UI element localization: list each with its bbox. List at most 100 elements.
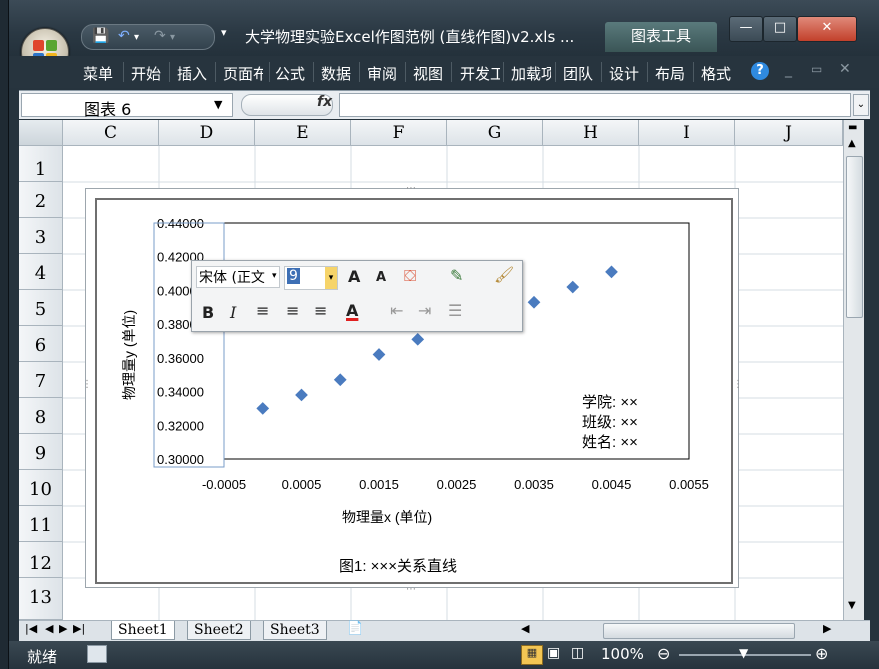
undo-dropdown-icon[interactable]: ▾ [134, 32, 139, 43]
y-axis-title[interactable]: 物理量y (单位) [121, 310, 137, 400]
tab-review[interactable]: 审阅 [367, 63, 397, 84]
column-header-e[interactable]: E [255, 120, 351, 146]
row-header-2[interactable]: 2 [19, 182, 63, 218]
font-color-button[interactable]: A [346, 301, 358, 320]
redo-dropdown-icon[interactable]: ▾ [170, 32, 175, 43]
vertical-scrollbar[interactable]: ▬ ▲ ▼ [843, 120, 864, 620]
column-header-c[interactable]: C [63, 120, 159, 146]
column-header-j[interactable]: J [735, 120, 843, 146]
zoom-out-icon[interactable]: ⊖ [657, 644, 670, 663]
annotation-class[interactable]: 班级: ×× [582, 414, 638, 431]
ribbon-minimize-icon[interactable]: _ [785, 62, 792, 78]
chart-resize-handle-left[interactable]: ⋮ [82, 379, 92, 390]
scroll-down-icon[interactable]: ▼ [848, 600, 856, 611]
row-header-7[interactable]: 7 [19, 362, 63, 398]
page-break-view-icon[interactable]: ◫ [571, 645, 584, 661]
row-header-3[interactable]: 3 [19, 218, 63, 254]
worksheet[interactable]: C D E F G H I J 1 2 3 4 5 6 7 8 9 10 11 … [19, 120, 843, 620]
first-sheet-icon[interactable]: |◀ [25, 622, 37, 635]
column-header-i[interactable]: I [639, 120, 735, 146]
ribbon-close-icon[interactable]: ✕ [839, 61, 851, 77]
row-header-11[interactable]: 11 [19, 506, 63, 542]
split-box-icon[interactable]: ▬ [848, 122, 857, 133]
fill-color-icon[interactable]: ⛋ [404, 266, 416, 286]
zoom-level[interactable]: 100% [601, 645, 644, 663]
tab-format[interactable]: 格式 [701, 63, 731, 84]
name-box-dropdown-icon[interactable]: ▼ [214, 98, 222, 111]
page-layout-view-icon[interactable]: ▣ [547, 645, 560, 661]
sheet-tab-sheet3[interactable]: Sheet3 [263, 621, 327, 640]
name-box[interactable]: 图表 6 ▼ [21, 93, 233, 119]
row-header-12[interactable]: 12 [19, 542, 63, 578]
chart-resize-handle-top[interactable]: ⋯ [406, 183, 416, 194]
tab-layout[interactable]: 布局 [655, 63, 685, 84]
scroll-left-icon[interactable]: ◀ [521, 622, 529, 635]
scatter-chart[interactable]: -0.0005 0.0005 0.0015 0.0025 0.0035 0.0045 0.0… [97, 200, 731, 582]
help-icon[interactable]: ? [751, 62, 769, 80]
font-size-dropdown-icon[interactable]: ▾ [325, 267, 337, 289]
tab-page-layout[interactable]: 页面布 [223, 63, 263, 84]
row-header-4[interactable]: 4 [19, 254, 63, 290]
horizontal-scroll-thumb[interactable] [603, 623, 795, 639]
tab-data[interactable]: 数据 [321, 63, 351, 84]
font-size-box[interactable]: 9 ▾ [284, 266, 338, 290]
row-header-1[interactable]: 1 [19, 146, 63, 182]
expand-formula-bar-icon[interactable]: ⌄ [853, 94, 869, 116]
row-header-9[interactable]: 9 [19, 434, 63, 470]
tab-addins[interactable]: 加载项 [511, 63, 551, 84]
column-header-f[interactable]: F [351, 120, 447, 146]
chart-resize-handle-right[interactable]: ⋮ [733, 379, 743, 390]
row-header-8[interactable]: 8 [19, 398, 63, 434]
tab-design[interactable]: 设计 [609, 63, 639, 84]
chart-title[interactable]: 图1: ×××关系直线 [339, 558, 457, 575]
grow-font-icon[interactable]: A [348, 267, 360, 286]
row-header-10[interactable]: 10 [19, 470, 63, 506]
shrink-font-icon[interactable]: A [376, 270, 386, 285]
vertical-scroll-thumb[interactable] [846, 156, 863, 318]
minimize-button[interactable]: — [729, 16, 763, 42]
zoom-slider-thumb[interactable]: ▼ [739, 646, 748, 660]
ribbon-restore-icon[interactable]: ▭ [811, 62, 822, 76]
tab-view[interactable]: 视图 [413, 63, 443, 84]
normal-view-icon[interactable]: ▦ [521, 645, 543, 665]
align-left-icon[interactable]: ≡ [256, 301, 269, 320]
tab-team[interactable]: 团队 [563, 63, 593, 84]
row-header-6[interactable]: 6 [19, 326, 63, 362]
chart-resize-handle-bottom[interactable]: ⋯ [406, 584, 416, 595]
last-sheet-icon[interactable]: ▶| [73, 622, 85, 635]
save-icon[interactable]: 💾 [92, 28, 109, 44]
select-all-corner[interactable] [19, 120, 63, 146]
tab-insert[interactable]: 插入 [177, 63, 207, 84]
scroll-up-icon[interactable]: ▲ [848, 138, 856, 149]
insert-sheet-icon[interactable]: 📄 [347, 621, 363, 636]
row-header-5[interactable]: 5 [19, 290, 63, 326]
align-right-icon[interactable]: ≡ [314, 301, 327, 320]
insert-function-icon[interactable]: fx [317, 94, 332, 110]
tab-formulas[interactable]: 公式 [275, 63, 305, 84]
chart-area[interactable]: -0.0005 0.0005 0.0015 0.0025 0.0035 0.0045 0.0… [95, 198, 733, 584]
macro-record-icon[interactable] [87, 645, 107, 663]
font-dropdown-icon[interactable]: ▾ [272, 271, 277, 281]
close-button[interactable]: ✕ [797, 16, 857, 42]
tab-home[interactable]: 开始 [131, 63, 161, 84]
align-center-icon[interactable]: ≡ [286, 301, 299, 320]
x-axis-title[interactable]: 物理量x (单位) [342, 509, 432, 525]
column-header-h[interactable]: H [543, 120, 639, 146]
italic-button[interactable]: I [230, 303, 236, 322]
tab-menu[interactable]: 菜单 [83, 63, 113, 84]
bold-button[interactable]: B [202, 303, 214, 322]
customize-qat-icon[interactable]: ▾ [221, 26, 227, 39]
sheet-tab-sheet1[interactable]: Sheet1 [111, 621, 175, 640]
formula-input[interactable] [339, 93, 851, 117]
sheet-tab-sheet2[interactable]: Sheet2 [187, 621, 251, 640]
column-header-d[interactable]: D [159, 120, 255, 146]
font-name-box[interactable]: 宋体 (正文 [196, 266, 280, 288]
scroll-right-icon[interactable]: ▶ [823, 622, 831, 635]
undo-icon[interactable]: ↶ [118, 28, 130, 44]
annotation-name[interactable]: 姓名: ×× [582, 434, 638, 451]
tab-developer[interactable]: 开发工 [460, 63, 500, 84]
row-header-13[interactable]: 13 [19, 578, 63, 620]
format-painter-icon[interactable]: 🖌 [494, 265, 514, 284]
zoom-in-icon[interactable]: ⊕ [815, 644, 828, 663]
line-color-icon[interactable]: ✎ [450, 266, 463, 285]
